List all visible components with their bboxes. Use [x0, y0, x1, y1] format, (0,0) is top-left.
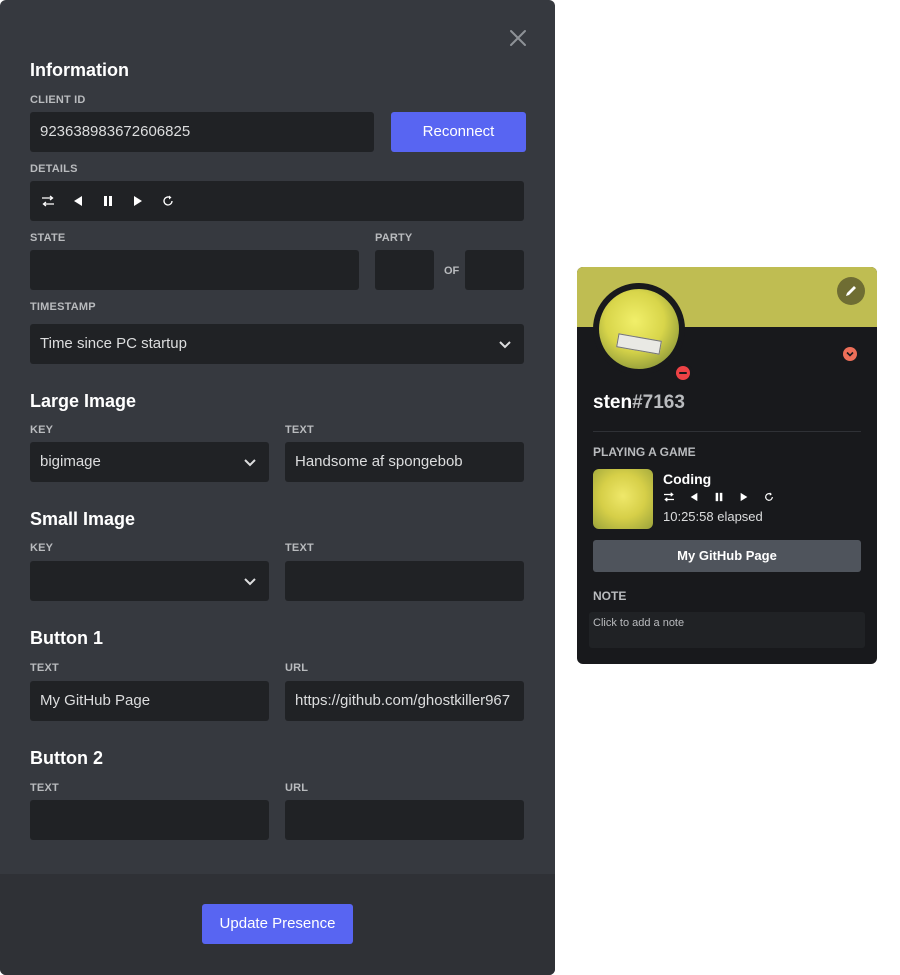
large-image-text-input[interactable]: Handsome af spongebob: [285, 442, 524, 482]
avatar-sign-graphic: [616, 333, 662, 355]
timestamp-value: Time since PC startup: [40, 335, 187, 352]
update-presence-button[interactable]: Update Presence: [202, 904, 353, 944]
button2-text-label: TEXT: [30, 782, 59, 794]
chevron-down-icon: [498, 337, 512, 351]
shuffle-icon[interactable]: [40, 193, 56, 209]
chevron-down-icon: [243, 574, 257, 588]
state-label: STATE: [30, 232, 66, 244]
reconnect-button[interactable]: Reconnect: [391, 112, 526, 152]
section-title-button1: Button 1: [30, 628, 103, 648]
chevron-down-icon: [243, 455, 257, 469]
close-icon: [510, 30, 526, 46]
pause-icon: [713, 491, 725, 503]
game-name: Coding: [663, 471, 712, 487]
elapsed-time: 10:25:58 elapsed: [663, 509, 763, 524]
small-image-key-select[interactable]: [30, 561, 269, 601]
large-image-key-value: bigimage: [40, 453, 101, 470]
button2-text-input[interactable]: [30, 800, 269, 840]
media-controls: [30, 181, 524, 221]
details-label: DETAILS: [30, 163, 78, 175]
timestamp-select[interactable]: Time since PC startup: [30, 324, 524, 364]
play-icon[interactable]: [130, 193, 146, 209]
note-placeholder: Click to add a note: [593, 617, 685, 629]
previous-icon: [688, 491, 700, 503]
small-image-key-label: KEY: [30, 542, 54, 554]
client-id-label: CLIENT ID: [30, 94, 86, 106]
pause-icon[interactable]: [100, 193, 116, 209]
large-image-text-label: TEXT: [285, 424, 314, 436]
previous-icon[interactable]: [70, 193, 86, 209]
rich-presence-modal: Information CLIENT ID 923638983672606825…: [0, 0, 555, 975]
button1-text-value: My GitHub Page: [40, 692, 151, 709]
repeat-icon[interactable]: [160, 193, 176, 209]
large-image-key-select[interactable]: bigimage: [30, 442, 269, 482]
section-title-small-image: Small Image: [30, 509, 136, 529]
small-image-text-label: TEXT: [285, 542, 314, 554]
profile-preview-card: sten#7163 PLAYING A GAME Coding 10:25:58…: [577, 267, 877, 664]
close-button[interactable]: [506, 26, 530, 50]
party-max-input[interactable]: [465, 250, 524, 290]
pencil-icon: [846, 286, 856, 296]
party-current-input[interactable]: [375, 250, 434, 290]
profile-username: sten#7163: [593, 392, 685, 414]
activity-media-controls: [663, 491, 775, 503]
section-title-information: Information: [30, 60, 129, 80]
shuffle-icon: [663, 491, 675, 503]
username-text: sten: [593, 392, 633, 413]
divider: [593, 431, 861, 432]
avatar-image: [599, 289, 679, 369]
button1-text-input[interactable]: My GitHub Page: [30, 681, 269, 721]
button1-url-input[interactable]: https://github.com/ghostkiller967: [285, 681, 524, 721]
section-title-button2: Button 2: [30, 748, 103, 768]
small-image-text-input[interactable]: [285, 561, 524, 601]
button2-url-label: URL: [285, 782, 309, 794]
note-input[interactable]: Click to add a note: [589, 612, 865, 648]
client-id-value: 923638983672606825: [40, 123, 191, 140]
github-page-button[interactable]: My GitHub Page: [593, 540, 861, 572]
play-icon: [738, 491, 750, 503]
client-id-input[interactable]: 923638983672606825: [30, 112, 374, 152]
party-of-label: OF: [444, 265, 460, 277]
game-large-image: [593, 469, 653, 529]
state-input[interactable]: [30, 250, 359, 290]
modal-footer: Update Presence: [0, 874, 555, 975]
button2-url-input[interactable]: [285, 800, 524, 840]
edit-profile-button[interactable]: [837, 277, 865, 305]
button1-url-value: https://github.com/ghostkiller967: [295, 692, 511, 709]
details-input[interactable]: [30, 181, 524, 221]
chevron-badge-icon[interactable]: [843, 347, 857, 361]
large-image-key-label: KEY: [30, 424, 54, 436]
avatar[interactable]: [593, 283, 693, 383]
large-image-text-value: Handsome af spongebob: [295, 453, 463, 470]
section-title-large-image: Large Image: [30, 391, 137, 411]
button1-url-label: URL: [285, 662, 309, 674]
activity-label: PLAYING A GAME: [593, 445, 696, 459]
note-label: NOTE: [593, 589, 627, 603]
dnd-status-icon: [673, 363, 693, 383]
party-label: PARTY: [375, 232, 413, 244]
discriminator-text: #7163: [632, 392, 685, 413]
repeat-icon: [763, 491, 775, 503]
button1-text-label: TEXT: [30, 662, 59, 674]
timestamp-label: TIMESTAMP: [30, 301, 96, 313]
